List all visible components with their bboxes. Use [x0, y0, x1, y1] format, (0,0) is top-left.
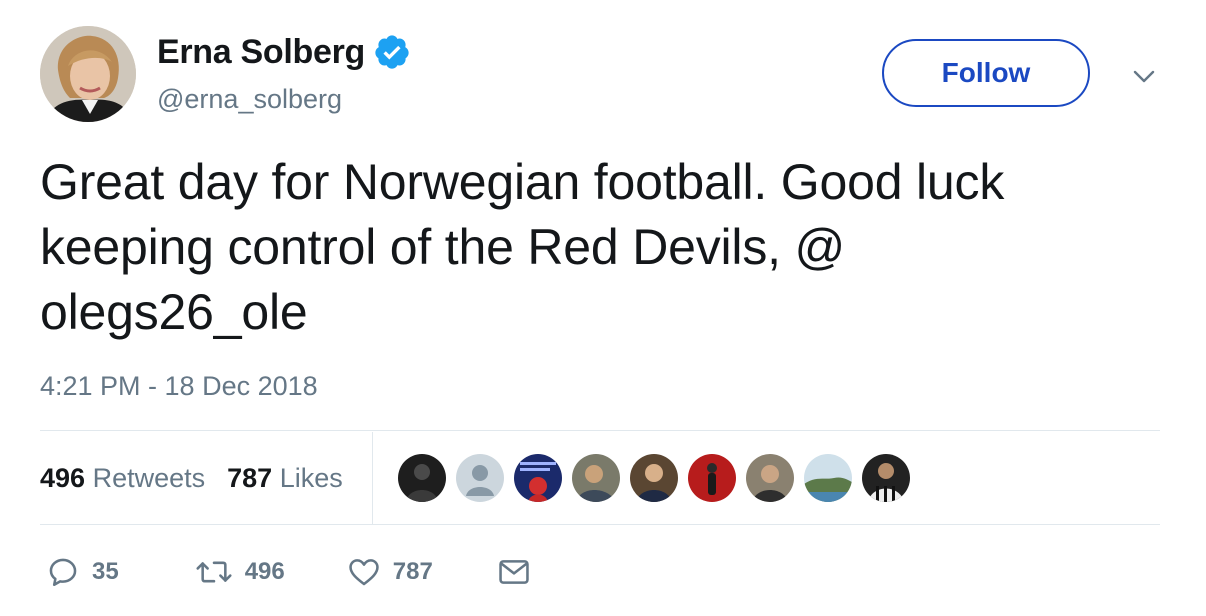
- likes-label: Likes: [279, 462, 343, 493]
- like-count: 787: [392, 558, 433, 585]
- liker-avatar[interactable]: [746, 454, 794, 502]
- tweet-timestamp[interactable]: 4:21 PM - 18 Dec 2018: [40, 369, 318, 403]
- retweet-button[interactable]: 496: [195, 555, 285, 589]
- tweet-stats: 496 Retweets 787 Likes: [40, 432, 365, 524]
- tweet-text-line: olegs26_ole: [40, 284, 308, 340]
- likes-stat[interactable]: 787 Likes: [227, 463, 343, 494]
- author-name-row[interactable]: Erna Solberg: [157, 32, 411, 72]
- divider: [40, 430, 1160, 431]
- envelope-icon: [499, 560, 529, 584]
- retweets-stat[interactable]: 496 Retweets: [40, 463, 205, 494]
- retweet-icon: [196, 561, 232, 583]
- chevron-down-icon[interactable]: [1130, 62, 1158, 90]
- divider: [40, 524, 1160, 525]
- tweet-actions: 35 496 787: [40, 552, 531, 592]
- reply-button[interactable]: 35: [46, 555, 119, 589]
- liker-avatar[interactable]: [572, 454, 620, 502]
- follow-button[interactable]: Follow: [882, 39, 1090, 107]
- liker-avatars: [398, 454, 920, 502]
- retweets-count: 496: [40, 462, 86, 493]
- reply-icon: [49, 558, 77, 587]
- message-button[interactable]: [497, 555, 531, 589]
- liker-avatar[interactable]: [514, 454, 562, 502]
- liker-avatar[interactable]: [688, 454, 736, 502]
- liker-avatar-default[interactable]: [456, 454, 504, 502]
- tweet-text: Great day for Norwegian football. Good l…: [40, 150, 1160, 345]
- liker-avatar[interactable]: [398, 454, 446, 502]
- author-name[interactable]: Erna Solberg: [157, 32, 365, 72]
- liker-avatar[interactable]: [804, 454, 852, 502]
- verified-badge-icon: [375, 35, 409, 69]
- author-handle[interactable]: @erna_solberg: [157, 82, 342, 116]
- liker-avatar[interactable]: [862, 454, 910, 502]
- author-avatar[interactable]: [40, 26, 136, 122]
- retweet-count: 496: [244, 558, 285, 585]
- tweet-text-line: Great day for Norwegian football. Good l…: [40, 154, 1005, 210]
- likes-count: 787: [227, 462, 273, 493]
- retweets-label: Retweets: [92, 462, 206, 493]
- like-button[interactable]: 787: [347, 555, 433, 589]
- stats-divider: [372, 432, 373, 524]
- heart-icon: [349, 559, 379, 586]
- tweet-text-line: keeping control of the Red Devils, @: [40, 219, 846, 275]
- author-photo: [40, 26, 136, 122]
- reply-count: 35: [92, 558, 119, 585]
- liker-avatar[interactable]: [630, 454, 678, 502]
